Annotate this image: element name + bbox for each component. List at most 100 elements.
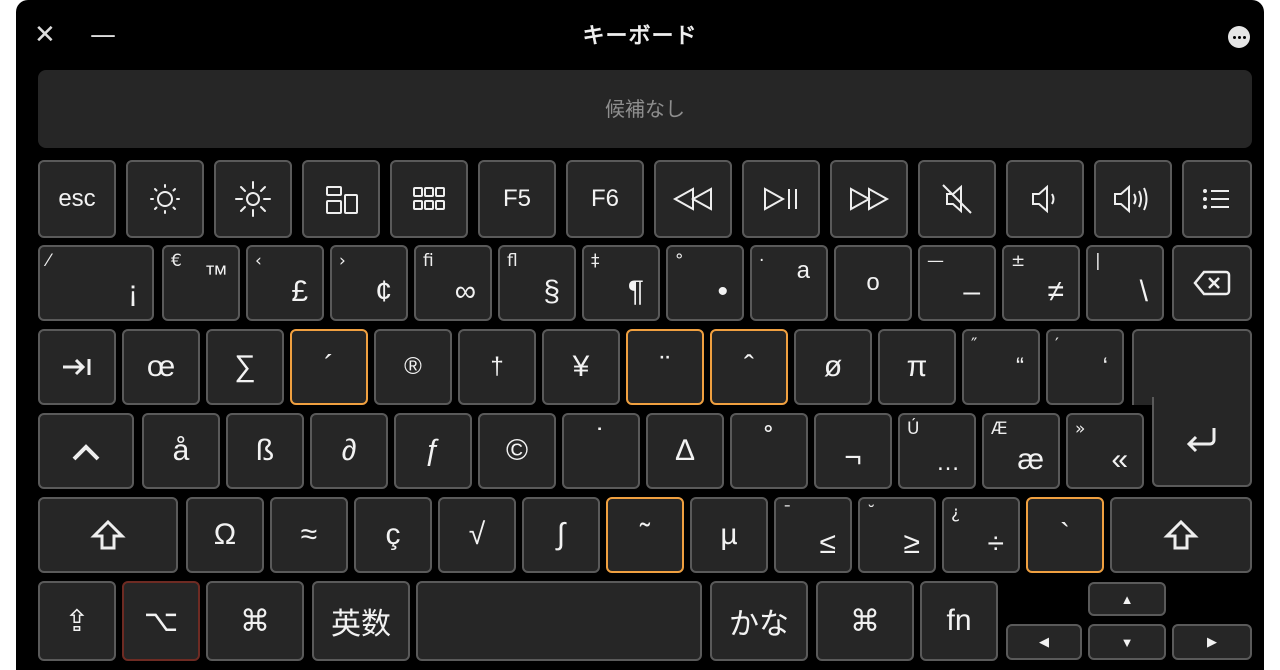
- key-g[interactable]: ©: [478, 413, 556, 489]
- key-2[interactable]: € ™: [162, 245, 240, 321]
- key-d[interactable]: ∂: [310, 413, 388, 489]
- key-f[interactable]: ƒ: [394, 413, 472, 489]
- arrow-left-key[interactable]: ◀: [1006, 624, 1082, 660]
- key-9[interactable]: · a: [750, 245, 828, 321]
- more-options-icon[interactable]: [1228, 26, 1250, 48]
- tab-key[interactable]: [38, 329, 116, 405]
- shift-char: |: [1095, 251, 1101, 271]
- key-0[interactable]: o: [834, 245, 912, 321]
- key-4[interactable]: › ¢: [330, 245, 408, 321]
- main-char: ¡: [128, 275, 138, 308]
- key-p[interactable]: π: [878, 329, 956, 405]
- fn-key[interactable]: fn: [920, 581, 998, 661]
- list-key[interactable]: [1182, 160, 1252, 238]
- volume-down-key[interactable]: [1006, 160, 1084, 238]
- key-slash[interactable]: ¿ ÷: [942, 497, 1020, 573]
- rewind-icon: [672, 187, 712, 211]
- main-char: £: [291, 275, 308, 308]
- key-o[interactable]: ø: [794, 329, 872, 405]
- right-shift-key[interactable]: [1110, 497, 1252, 573]
- kana-key[interactable]: かな: [710, 581, 808, 661]
- key-c[interactable]: ç: [354, 497, 432, 573]
- key-z[interactable]: Ω: [186, 497, 264, 573]
- return-key[interactable]: [1152, 397, 1252, 487]
- key-b[interactable]: ∫: [522, 497, 600, 573]
- key-a[interactable]: å: [142, 413, 220, 489]
- eisu-key[interactable]: 英数: [312, 581, 410, 661]
- key-period[interactable]: ˘ ≥: [858, 497, 936, 573]
- f6-key[interactable]: F6: [566, 160, 644, 238]
- key-underscore[interactable]: `: [1026, 497, 1104, 573]
- key-j[interactable]: ∆: [646, 413, 724, 489]
- key-close-bracket[interactable]: » «: [1066, 413, 1144, 489]
- key-bracket-left[interactable]: ″ “: [962, 329, 1040, 405]
- fast-forward-key[interactable]: [830, 160, 908, 238]
- option-key[interactable]: ⌥: [122, 581, 200, 661]
- brightness-down-key[interactable]: [126, 160, 204, 238]
- key-q[interactable]: œ: [122, 329, 200, 405]
- main-char: «: [1111, 443, 1128, 476]
- rewind-key[interactable]: [654, 160, 732, 238]
- key-v[interactable]: √: [438, 497, 516, 573]
- key-backslash[interactable]: | \: [1086, 245, 1164, 321]
- key-equals[interactable]: ± ≠: [1002, 245, 1080, 321]
- shift-char: Æ: [991, 419, 1008, 439]
- left-shift-key[interactable]: [38, 497, 178, 573]
- return-icon: [1186, 428, 1216, 453]
- shift-char: ⁄: [47, 251, 50, 271]
- play-pause-icon: [764, 187, 797, 211]
- arrow-right-key[interactable]: ▶: [1172, 624, 1252, 660]
- key-e[interactable]: ´: [290, 329, 368, 405]
- space-key[interactable]: [416, 581, 702, 661]
- shift-char: ›: [339, 251, 346, 271]
- mute-key[interactable]: [918, 160, 996, 238]
- caps-control-key[interactable]: [38, 413, 134, 489]
- f5-key[interactable]: F5: [478, 160, 556, 238]
- main-char: \: [1139, 275, 1148, 308]
- caps-lock-key[interactable]: ⇪: [38, 581, 116, 661]
- key-comma[interactable]: ¯ ≤: [774, 497, 852, 573]
- left-command-key[interactable]: ⌘: [206, 581, 304, 661]
- delete-key[interactable]: [1172, 245, 1252, 321]
- key-k[interactable]: ˚: [730, 413, 808, 489]
- arrow-up-key[interactable]: ▲: [1088, 582, 1166, 616]
- key-8[interactable]: ° •: [666, 245, 744, 321]
- key-y[interactable]: ¥: [542, 329, 620, 405]
- key-w[interactable]: ∑: [206, 329, 284, 405]
- key-n[interactable]: ˜: [606, 497, 684, 573]
- main-char: …: [936, 449, 960, 476]
- play-pause-key[interactable]: [742, 160, 820, 238]
- key-t[interactable]: †: [458, 329, 536, 405]
- shift-char: ‹: [255, 251, 262, 271]
- key-3[interactable]: ‹ £: [246, 245, 324, 321]
- esc-key[interactable]: esc: [38, 160, 116, 238]
- key-quote[interactable]: Ææ: [982, 413, 1060, 489]
- key-5[interactable]: fi ∞: [414, 245, 492, 321]
- key-6[interactable]: fl §: [498, 245, 576, 321]
- key-x[interactable]: ≈: [270, 497, 348, 573]
- key-h[interactable]: ˙: [562, 413, 640, 489]
- key-i[interactable]: ˆ: [710, 329, 788, 405]
- shift-char: €: [171, 251, 182, 271]
- brightness-up-icon: [235, 181, 271, 217]
- key-semicolon[interactable]: Ú…: [898, 413, 976, 489]
- key-u[interactable]: ¨: [626, 329, 704, 405]
- key-r[interactable]: ®: [374, 329, 452, 405]
- arrow-down-key[interactable]: ▼: [1088, 624, 1166, 660]
- launchpad-key[interactable]: [390, 160, 468, 238]
- key-minus[interactable]: — –: [918, 245, 996, 321]
- shift-char: ″: [971, 335, 978, 355]
- key-m[interactable]: µ: [690, 497, 768, 573]
- key-7[interactable]: ‡ ¶: [582, 245, 660, 321]
- key-bracket-right[interactable]: ′ ‘: [1046, 329, 1124, 405]
- volume-up-key[interactable]: [1094, 160, 1172, 238]
- brightness-up-key[interactable]: [214, 160, 292, 238]
- shift-char: fi: [423, 251, 434, 271]
- right-command-key[interactable]: ⌘: [816, 581, 914, 661]
- main-char: ∞: [454, 275, 476, 308]
- key-l[interactable]: ¬: [814, 413, 892, 489]
- key-s[interactable]: ß: [226, 413, 304, 489]
- key-1[interactable]: ⁄ ¡: [38, 245, 154, 321]
- return-key-top[interactable]: [1132, 329, 1252, 405]
- mission-control-key[interactable]: [302, 160, 380, 238]
